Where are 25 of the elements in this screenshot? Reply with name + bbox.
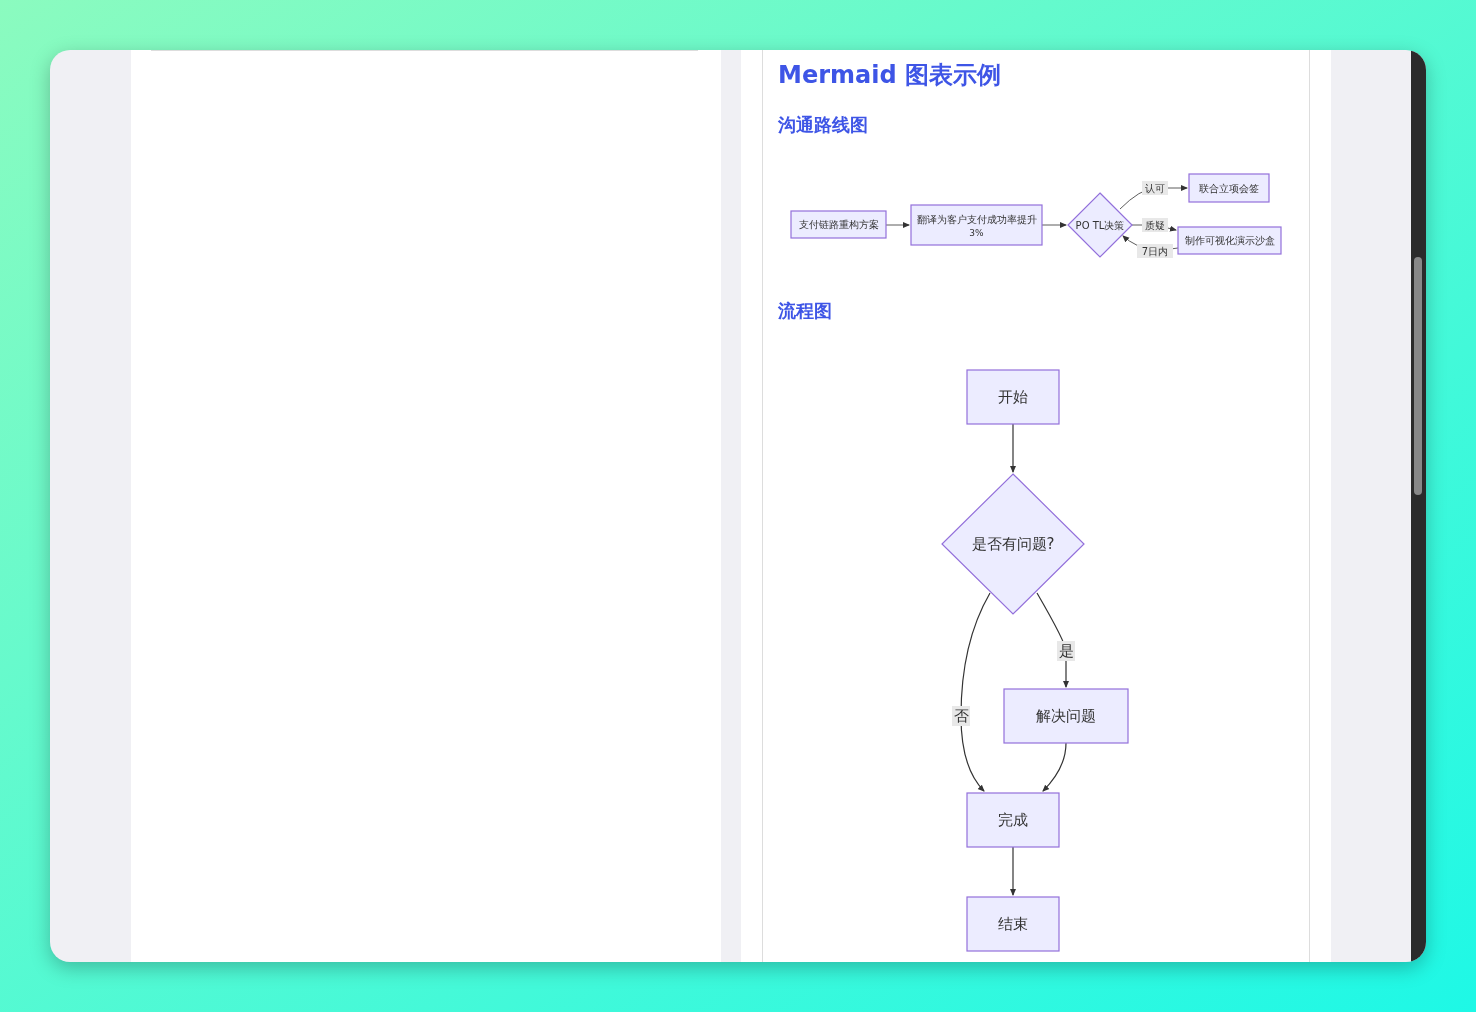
edge-label: 质疑 xyxy=(1142,218,1168,232)
section-heading: 沟通路线图 xyxy=(778,113,868,137)
connector-arrow xyxy=(1010,846,1016,896)
edge-label: 是 xyxy=(1057,641,1075,661)
node-label: 制作可视化演示沙盒 xyxy=(1184,235,1275,246)
section-heading: 流程图 xyxy=(778,299,832,323)
scrollbar-thumb[interactable] xyxy=(1414,257,1422,495)
node-label: 结束 xyxy=(998,915,1028,934)
node-label: 解决问题 xyxy=(1036,707,1096,726)
edge-label: 认可 xyxy=(1142,181,1168,195)
edge-label: 7日内 xyxy=(1137,244,1173,258)
connector-arrow xyxy=(1042,742,1067,792)
connector-arrow xyxy=(1010,423,1016,473)
node-label: 开始 xyxy=(998,388,1028,407)
scrollbar[interactable] xyxy=(1411,50,1426,962)
node-label: 是否有问题? xyxy=(971,535,1055,554)
node-label: 3% xyxy=(969,228,984,238)
node-label: 完成 xyxy=(998,811,1028,830)
edge-label: 否 xyxy=(952,706,970,726)
decision-node xyxy=(1067,192,1133,258)
node-label: 联合立项会签 xyxy=(1199,182,1259,194)
document-title: Mermaid 图表示例 xyxy=(778,60,1001,91)
node-label: PO TL决策 xyxy=(1075,219,1125,231)
node-label: 翻译为客户支付成功率提升 xyxy=(916,214,1037,225)
node-label: 支付链路重构方案 xyxy=(798,219,879,230)
